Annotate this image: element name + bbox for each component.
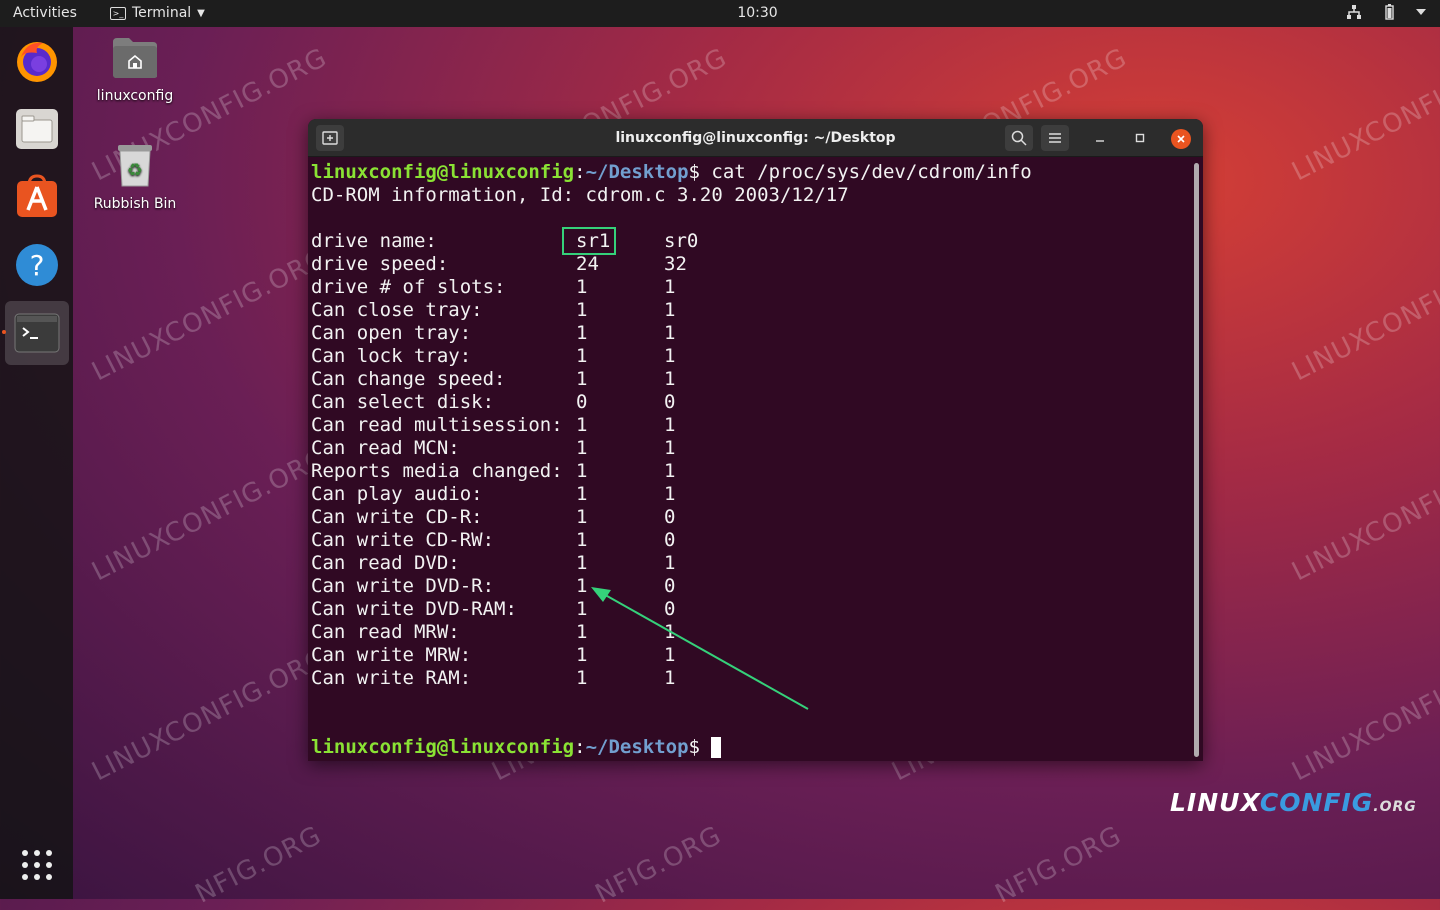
brand-part-3: .ORG xyxy=(1373,799,1417,815)
annotation-arrow xyxy=(591,587,809,710)
brand-logo: LINUXCONFIG.ORG xyxy=(1170,788,1417,817)
brand-part-1: LINUX xyxy=(1170,788,1260,817)
brand-part-2: CONFIG xyxy=(1259,788,1374,817)
